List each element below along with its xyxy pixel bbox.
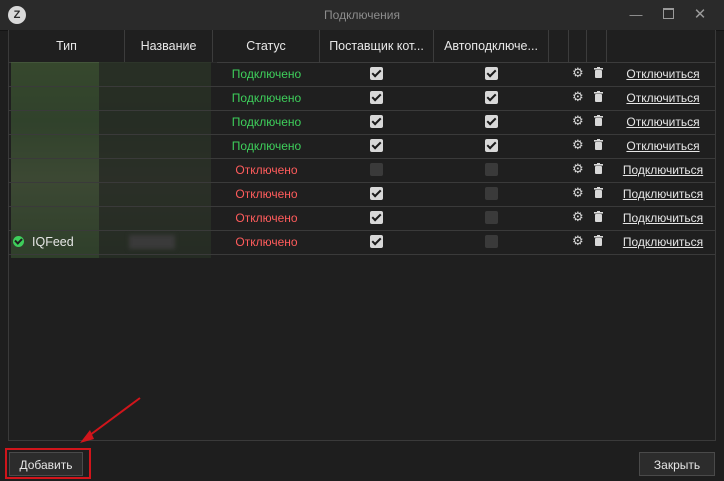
annotation-arrow — [80, 397, 141, 443]
